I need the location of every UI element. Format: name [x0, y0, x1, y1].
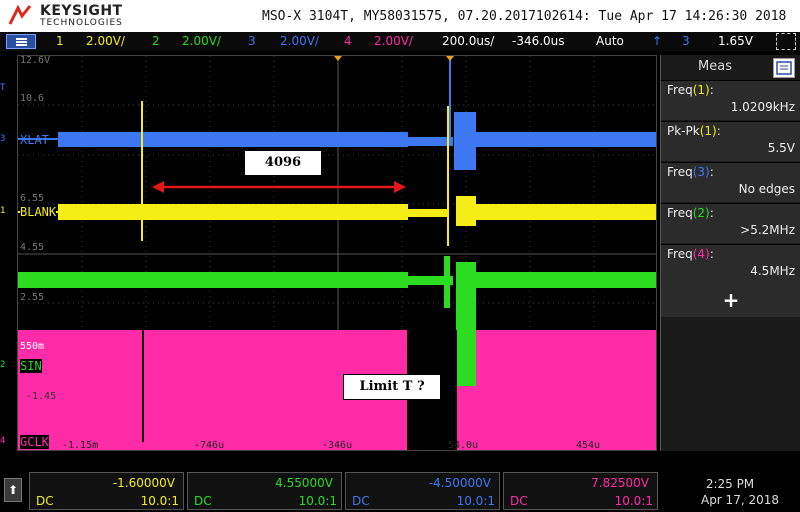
grid-label: -1.45	[26, 391, 56, 402]
meas-value: No edges	[738, 182, 795, 196]
grid-label: 6.55	[20, 193, 44, 204]
time-reference-marker[interactable]	[446, 56, 454, 61]
ch1-offset-value: -1.60000V	[112, 476, 175, 490]
keysight-logo-icon	[8, 4, 32, 25]
up-arrow-icon[interactable]: ⬆	[4, 478, 22, 502]
channel-status-bar: 1 2.00V/ 2 2.00V/ 3 2.00V/ 4 2.00V/ 200.…	[0, 32, 800, 51]
ch4-scale[interactable]: 2.00V/	[374, 34, 413, 48]
clock-time: 2:25 PM	[705, 477, 755, 491]
ch4-coupling: DC	[510, 494, 528, 508]
time-label: 454u	[576, 440, 600, 451]
meas-value: >5.2MHz	[740, 223, 795, 237]
menu-icon	[776, 61, 792, 75]
ch2-scale[interactable]: 2.00V/	[182, 34, 221, 48]
time-label: -1.15m	[62, 440, 98, 451]
ch2-trace-label[interactable]: SIN	[20, 359, 42, 373]
ch1-number[interactable]: 1	[56, 34, 64, 48]
horizontal-delay[interactable]: -346.0us	[512, 34, 565, 48]
ch1-ground-marker[interactable]: 1	[0, 206, 5, 216]
rising-edge-icon: ↑	[652, 34, 663, 48]
ch2-ground-marker[interactable]: 2	[0, 360, 5, 370]
time-label: 54.0u	[448, 440, 478, 451]
meas-value: 4.5MHz	[750, 264, 795, 278]
ch4-number[interactable]: 4	[344, 34, 352, 48]
trigger-marker[interactable]: T	[0, 83, 5, 93]
grid-label: 12.6V	[20, 56, 50, 66]
meas-row-freq-ch4[interactable]: Freq(4): 4.5MHz	[661, 244, 800, 284]
add-measurement-button[interactable]: +	[661, 283, 800, 317]
meas-row-freq-ch3[interactable]: Freq(3): No edges	[661, 162, 800, 202]
trigger-mode[interactable]: Auto	[596, 34, 624, 48]
meas-value: 1.0209kHz	[730, 100, 795, 114]
meas-name: Freq	[667, 247, 693, 261]
meas-name: Pk-Pk	[667, 124, 700, 138]
ch1-scale[interactable]: 2.00V/	[86, 34, 125, 48]
clock-date: Apr 17, 2018	[700, 493, 779, 507]
meas-channel: (3)	[692, 165, 710, 179]
meas-channel: (2)	[692, 206, 710, 220]
grid-label: 550m	[20, 341, 44, 352]
meas-row-freq-ch1[interactable]: Freq(1): 1.0209kHz	[661, 80, 800, 120]
meas-menu-button[interactable]	[773, 58, 795, 78]
main-menu-button[interactable]	[6, 34, 36, 49]
meas-channel: (1)	[699, 124, 717, 138]
ch2-probe-ratio: 10.0:1	[298, 494, 337, 508]
trigger-level[interactable]: 1.65V	[718, 34, 753, 48]
meas-name: Freq	[667, 206, 693, 220]
waveform-display[interactable]: 12.6V 10.6 6.55 4.55 2.55 550m -1.45 -1.…	[17, 55, 657, 451]
waveform-svg: 12.6V 10.6 6.55 4.55 2.55 550m -1.45 -1.…	[18, 56, 656, 451]
meas-channel: (4)	[692, 247, 710, 261]
instrument-title: MSO-X 3104T, MY58031575, 07.20.201710261…	[262, 9, 787, 24]
trigger-source[interactable]: 3	[682, 34, 690, 48]
ch3-offset-panel[interactable]: -4.50000V DC 10.0:1	[345, 472, 500, 510]
brand-name: KEYSIGHT	[40, 3, 123, 19]
ch3-ground-marker[interactable]: 3	[0, 134, 5, 144]
time-label: -746u	[194, 440, 224, 451]
limit-annotation: Limit T ?	[343, 374, 441, 400]
ch3-offset-value: -4.50000V	[428, 476, 491, 490]
measurement-panel: Meas Freq(1): 1.0209kHz Pk-Pk(1): 5.5V F…	[660, 55, 800, 451]
ch3-probe-ratio: 10.0:1	[456, 494, 495, 508]
ch1-offset-panel[interactable]: -1.60000V DC 10.0:1	[29, 472, 184, 510]
meas-name: Freq	[667, 83, 693, 97]
ch4-offset-value: 7.82500V	[591, 476, 649, 490]
meas-channel: (1)	[692, 83, 710, 97]
ch4-gclk-waveform	[18, 330, 656, 450]
trigger-position-marker[interactable]	[334, 56, 342, 61]
time-label: -346u	[322, 440, 352, 451]
ch4-probe-ratio: 10.0:1	[614, 494, 653, 508]
grid-label: 4.55	[20, 242, 44, 253]
ch2-offset-panel[interactable]: 4.55000V DC 10.0:1	[187, 472, 342, 510]
meas-value: 5.5V	[767, 141, 795, 155]
grid-label: 2.55	[20, 292, 44, 303]
ch2-number[interactable]: 2	[152, 34, 160, 48]
grid-label: 10.6	[20, 93, 44, 104]
fit-screen-icon[interactable]	[776, 33, 796, 50]
meas-title: Meas	[698, 59, 732, 74]
ch1-trace-label[interactable]: BLANK	[20, 205, 57, 219]
ch4-offset-panel[interactable]: 7.82500V DC 10.0:1	[503, 472, 658, 510]
ch2-coupling: DC	[194, 494, 212, 508]
pulse-count-annotation: 4096	[244, 150, 322, 176]
ch3-trace-label[interactable]: XLAT	[20, 133, 49, 147]
meas-row-pkpk-ch1[interactable]: Pk-Pk(1): 5.5V	[661, 121, 800, 161]
menu-icon	[16, 38, 27, 40]
meas-name: Freq	[667, 165, 693, 179]
ch4-trace-label[interactable]: GCLK	[20, 435, 49, 449]
ch1-coupling: DC	[36, 494, 54, 508]
ch3-number[interactable]: 3	[248, 34, 256, 48]
ch3-coupling: DC	[352, 494, 370, 508]
timebase[interactable]: 200.0us/	[442, 34, 494, 48]
meas-row-freq-ch2[interactable]: Freq(2): >5.2MHz	[661, 203, 800, 243]
ch2-offset-value: 4.55000V	[275, 476, 333, 490]
header-bar: KEYSIGHT TECHNOLOGIES MSO-X 3104T, MY580…	[0, 0, 800, 32]
ch4-ground-marker[interactable]: 4	[0, 436, 5, 446]
channel-marker-strip: T 3 1 2 4	[0, 55, 17, 451]
brand-subtitle: TECHNOLOGIES	[40, 18, 123, 28]
ch1-probe-ratio: 10.0:1	[140, 494, 179, 508]
ch3-scale[interactable]: 2.00V/	[280, 34, 319, 48]
